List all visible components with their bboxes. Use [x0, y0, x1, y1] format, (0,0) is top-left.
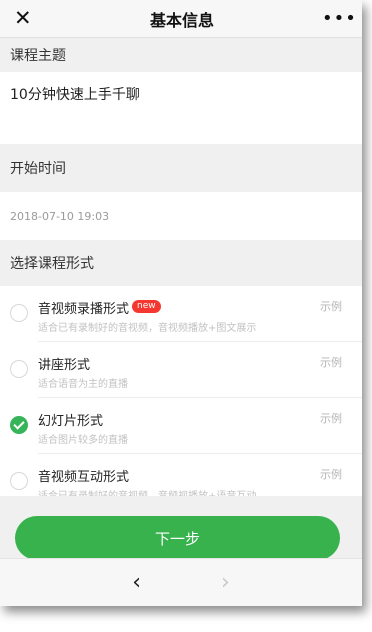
bottom-area: 下一步 ‹ › [0, 496, 362, 606]
new-badge: new [132, 300, 161, 313]
option-description: 适合语音为主的直播 [38, 379, 128, 390]
format-option-av-recorded[interactable]: 音视频录播形式 new 适合已有录制好的音视频，音视频播放+图文展示 示例 [0, 286, 362, 342]
example-link[interactable]: 示例 [320, 466, 342, 482]
option-title: 音视频互动形式 [38, 470, 130, 485]
option-description: 适合已有录制好的音视频，音视频播放+图文展示 [38, 323, 257, 334]
back-arrow-icon[interactable]: ‹ [132, 572, 141, 594]
format-option-slides[interactable]: 幻灯片形式 适合图片较多的直播 示例 [0, 398, 362, 454]
format-option-lecture[interactable]: 讲座形式 适合语音为主的直播 示例 [0, 342, 362, 398]
option-title: 幻灯片形式 [38, 414, 104, 429]
browser-nav-bar: ‹ › [0, 558, 362, 606]
topic-label: 课程主题 [0, 38, 362, 72]
option-title-row: 音视频录播形式 new [38, 298, 161, 317]
option-body: 幻灯片形式 适合图片较多的直播 示例 [38, 398, 362, 454]
example-link[interactable]: 示例 [320, 298, 342, 314]
format-options-list: 音视频录播形式 new 适合已有录制好的音视频，音视频播放+图文展示 示例 讲座形… [0, 286, 362, 510]
option-title: 讲座形式 [38, 358, 91, 373]
close-icon[interactable]: ✕ [14, 8, 42, 29]
radio-button[interactable] [10, 360, 28, 378]
more-options-icon[interactable]: ••• [322, 9, 356, 28]
format-label: 选择课程形式 [0, 240, 362, 286]
next-step-button[interactable]: 下一步 [15, 516, 340, 560]
option-body: 音视频录播形式 new 适合已有录制好的音视频，音视频播放+图文展示 示例 [38, 286, 362, 342]
example-link[interactable]: 示例 [320, 410, 342, 426]
top-bar: ✕ 基本信息 ••• [0, 0, 362, 38]
option-body: 讲座形式 适合语音为主的直播 示例 [38, 342, 362, 398]
radio-button[interactable] [10, 304, 28, 322]
start-time-field[interactable]: 2018-07-10 19:03 [0, 192, 362, 240]
start-time-label: 开始时间 [0, 144, 362, 192]
radio-button[interactable] [10, 472, 28, 490]
radio-button-checked[interactable] [10, 416, 28, 434]
forward-arrow-icon[interactable]: › [221, 572, 230, 594]
topic-input[interactable]: 10分钟快速上手千聊 [0, 72, 362, 144]
option-description: 适合图片较多的直播 [38, 435, 128, 446]
phone-screen: ✕ 基本信息 ••• 课程主题 10分钟快速上手千聊 开始时间 2018-07-… [0, 0, 362, 606]
option-title: 音视频录播形式 [38, 302, 130, 317]
page-title: 基本信息 [149, 10, 214, 30]
example-link[interactable]: 示例 [320, 354, 342, 370]
